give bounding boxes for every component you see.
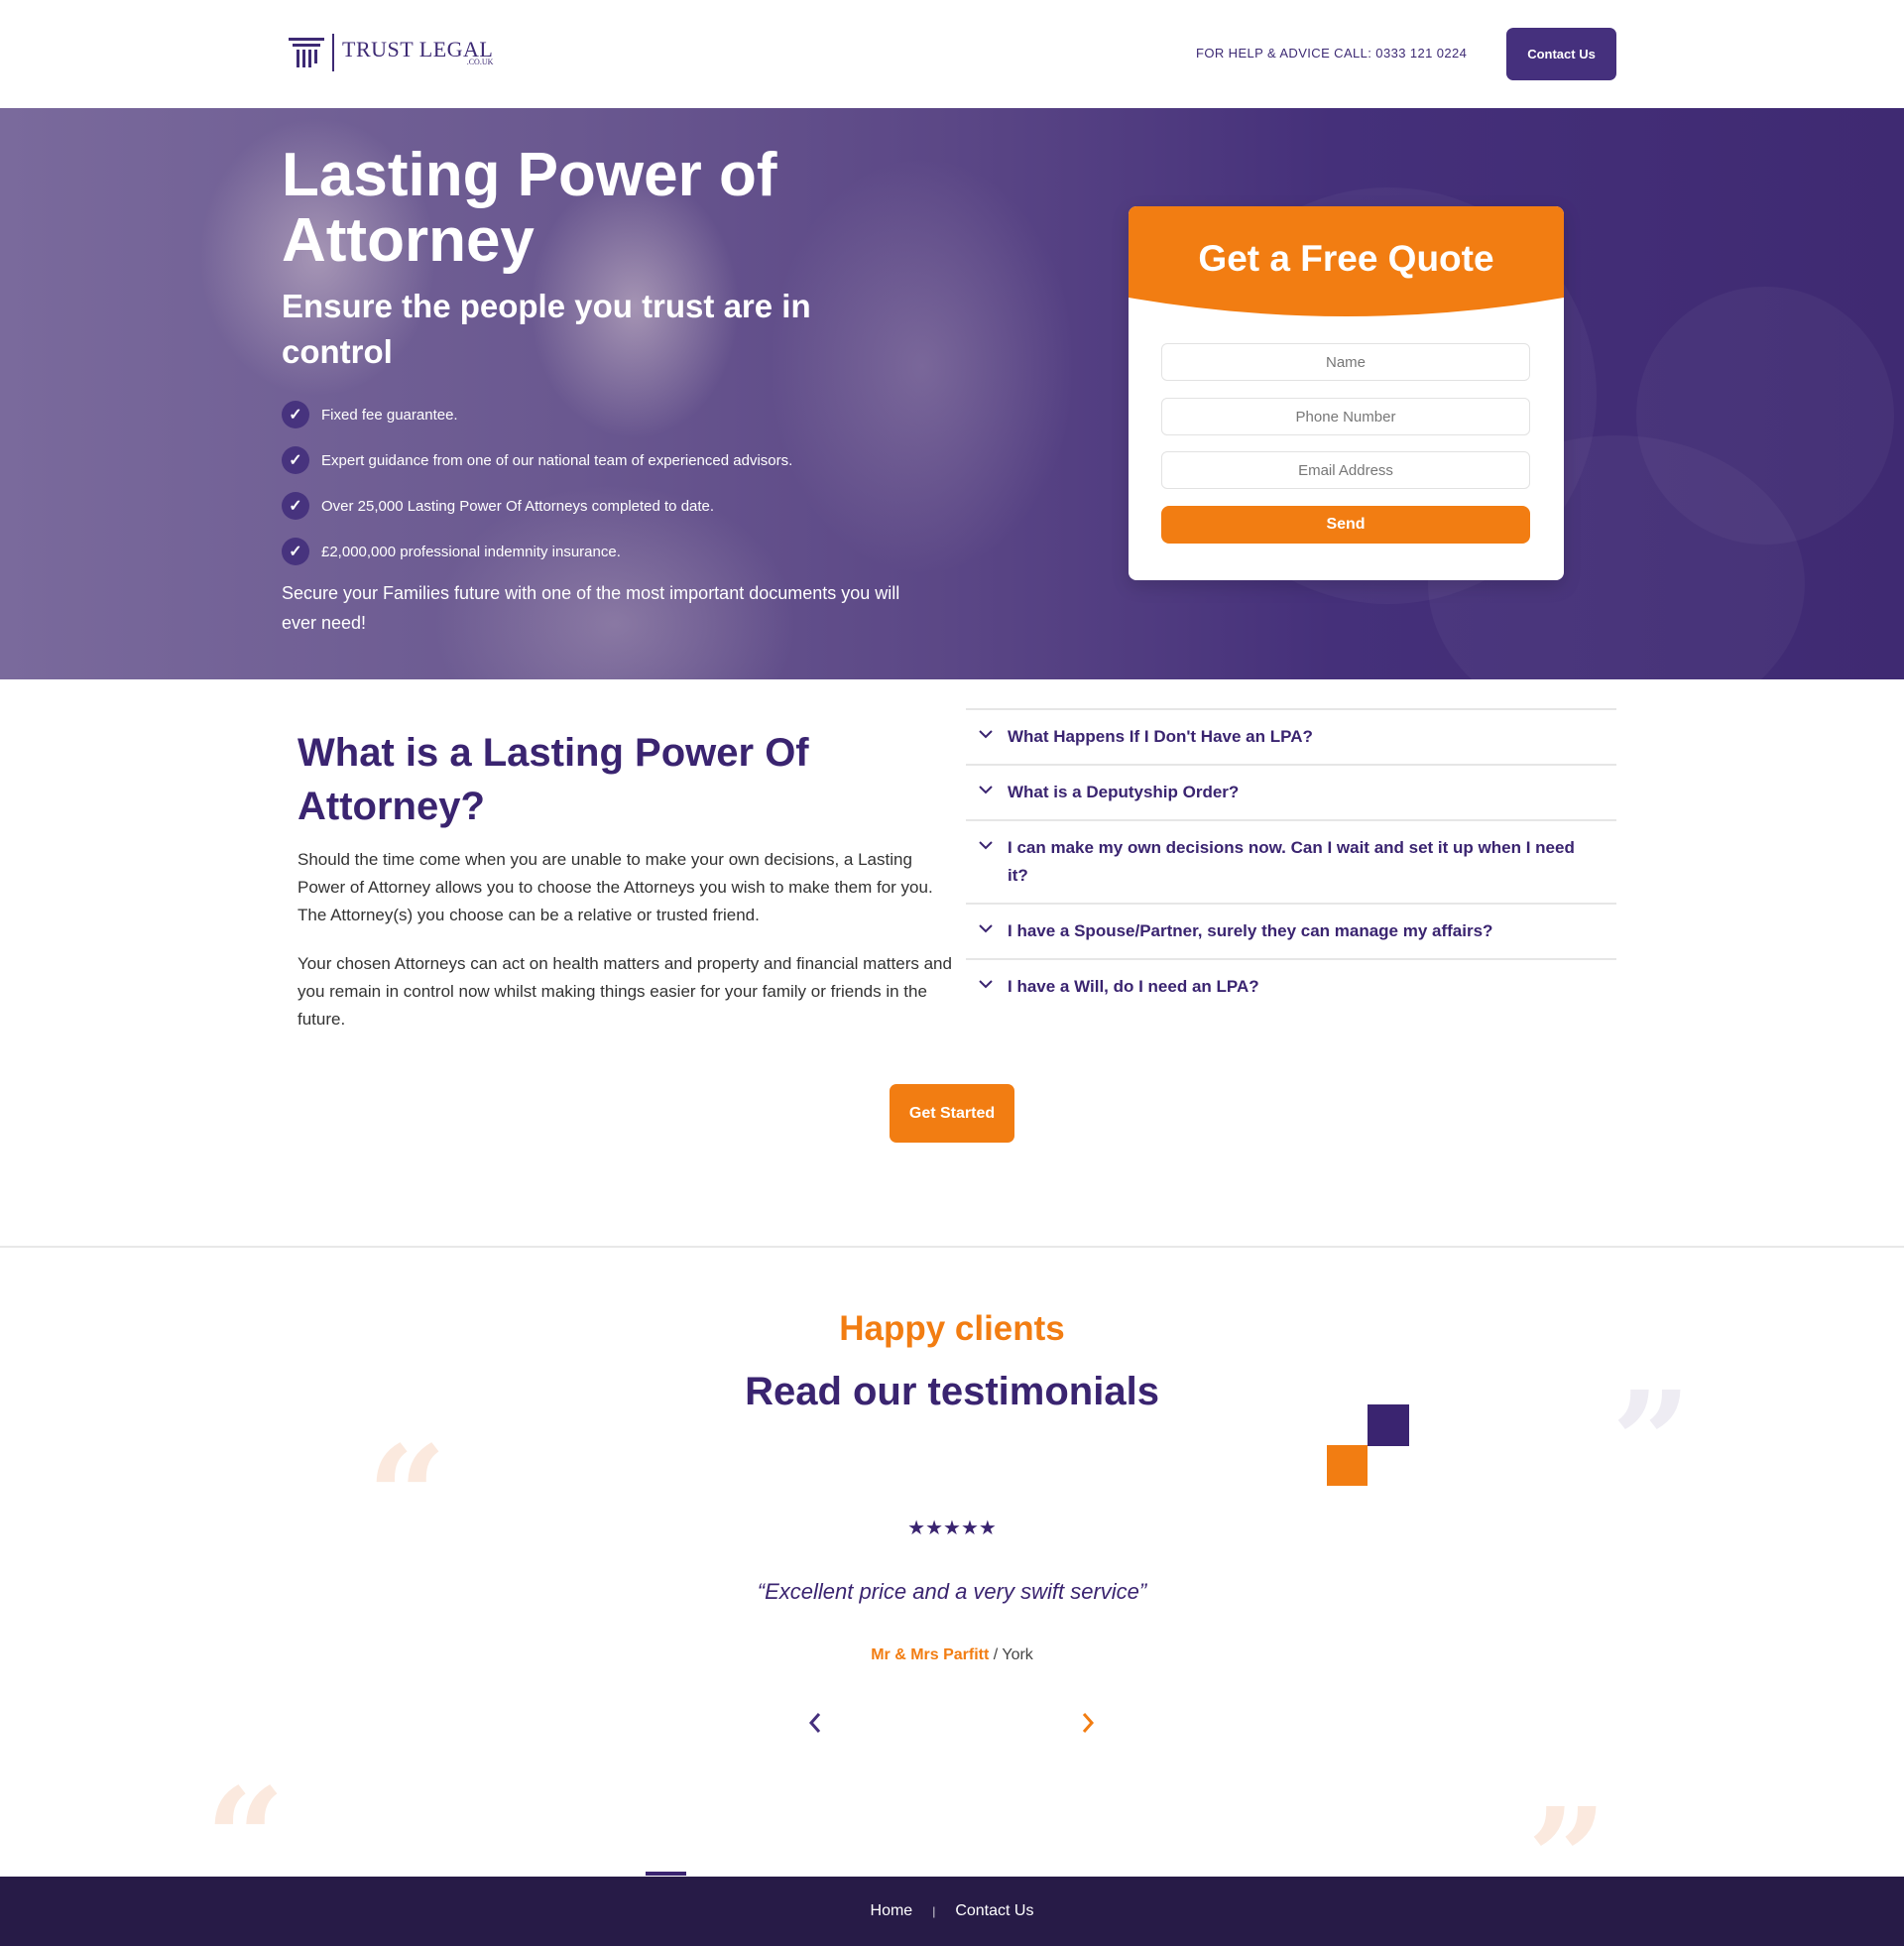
faq-question: I can make my own decisions now. Can I w… [1008, 838, 1575, 885]
footer-contact-link[interactable]: Contact Us [955, 1902, 1033, 1920]
author-location: / York [989, 1646, 1033, 1663]
check-icon: ✓ [282, 401, 309, 428]
faq-item[interactable]: I have a Spouse/Partner, surely they can… [966, 905, 1616, 960]
feature-item: ✓ Expert guidance from one of our nation… [282, 437, 792, 483]
chevron-down-icon [979, 786, 993, 794]
feature-item: ✓ £2,000,000 professional indemnity insu… [282, 529, 792, 574]
faq-question: What Happens If I Don't Have an LPA? [1008, 727, 1313, 746]
chevron-down-icon [979, 841, 993, 850]
feature-text: £2,000,000 professional indemnity insura… [321, 543, 621, 560]
chevron-down-icon [979, 730, 993, 739]
lpa-heading: What is a Lasting Power Of Attorney? [298, 731, 809, 828]
section-divider [0, 1246, 1904, 1248]
site-header: TRUST LEGAL .CO.UK FOR HELP & ADVICE CAL… [0, 0, 1904, 108]
faq-item[interactable]: I have a Will, do I need an LPA? [966, 960, 1616, 1014]
send-button[interactable]: Send [1161, 506, 1530, 544]
chevron-down-icon [979, 980, 993, 989]
footer-home-link[interactable]: Home [871, 1902, 913, 1920]
chevron-right-icon[interactable] [1076, 1708, 1100, 1738]
check-icon: ✓ [282, 492, 309, 520]
faq-question: What is a Deputyship Order? [1008, 783, 1240, 801]
faq-item[interactable]: What Happens If I Don't Have an LPA? [966, 710, 1616, 766]
hero-subtitle: Ensure the people you trust are in contr… [282, 288, 811, 370]
testimonial-quote: “Excellent price and a very swift servic… [757, 1579, 1147, 1604]
star-rating: ★★★★★ [907, 1518, 997, 1539]
hero-title: Lasting Power of Attorney [282, 141, 777, 275]
feature-text: Expert guidance from one of our national… [321, 451, 793, 469]
free-quote-form: Get a Free Quote Send [1129, 206, 1564, 580]
decorative-bar [646, 1872, 686, 1876]
feature-item: ✓ Fixed fee guarantee. [282, 392, 792, 437]
open-quote-icon: “ [367, 1416, 447, 1579]
feature-text: Over 25,000 Lasting Power Of Attorneys c… [321, 497, 715, 515]
hero-note: Secure your Families future with one of … [282, 583, 900, 633]
email-input[interactable] [1161, 451, 1530, 489]
contact-us-button[interactable]: Contact Us [1506, 28, 1616, 80]
decorative-square-orange [1327, 1445, 1368, 1486]
hero-decorative-shape [1636, 287, 1894, 545]
feature-text: Fixed fee guarantee. [321, 406, 458, 424]
name-input[interactable] [1161, 343, 1530, 381]
faq-question: I have a Spouse/Partner, surely they can… [1008, 921, 1493, 940]
lpa-paragraph: Should the time come when you are unable… [298, 850, 933, 924]
get-started-button[interactable]: Get Started [890, 1084, 1014, 1143]
close-quote-icon: ” [1611, 1362, 1692, 1524]
faq-item[interactable]: I can make my own decisions now. Can I w… [966, 821, 1616, 905]
trust-legal-logo[interactable]: TRUST LEGAL .CO.UK [287, 34, 493, 71]
quote-title: Get a Free Quote [1198, 238, 1494, 279]
author-name: Mr & Mrs Parfitt [871, 1646, 990, 1663]
footer-separator: | [932, 1904, 936, 1918]
phone-input[interactable] [1161, 398, 1530, 435]
chevron-left-icon[interactable] [803, 1708, 827, 1738]
pillar-logo-icon [289, 38, 324, 67]
check-icon: ✓ [282, 538, 309, 565]
feature-list: ✓ Fixed fee guarantee. ✓ Expert guidance… [282, 392, 792, 574]
lpa-paragraph: Your chosen Attorneys can act on health … [298, 954, 952, 1029]
logo-wordmark: TRUST LEGAL .CO.UK [342, 39, 493, 66]
testimonials-kicker: Happy clients [839, 1309, 1065, 1348]
feature-item: ✓ Over 25,000 Lasting Power Of Attorneys… [282, 483, 792, 529]
faq-accordion: What Happens If I Don't Have an LPA? Wha… [966, 708, 1616, 1014]
decorative-square-purple [1368, 1404, 1409, 1446]
testimonial-author: Mr & Mrs Parfitt / York [0, 1646, 1904, 1664]
logo-divider [332, 34, 334, 71]
site-footer: Home | Contact Us [0, 1877, 1904, 1946]
faq-question: I have a Will, do I need an LPA? [1008, 977, 1259, 996]
chevron-down-icon [979, 924, 993, 933]
faq-item[interactable]: What is a Deputyship Order? [966, 766, 1616, 821]
help-phone-text: FOR HELP & ADVICE CALL: 0333 121 0224 [1196, 46, 1468, 61]
check-icon: ✓ [282, 446, 309, 474]
